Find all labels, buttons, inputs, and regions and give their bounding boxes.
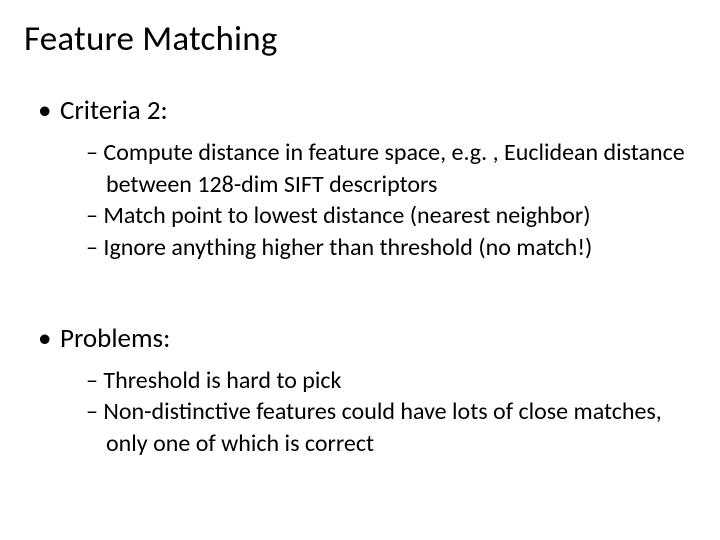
bullet-dash-icon: – xyxy=(86,397,98,426)
bullet-dot-icon: • xyxy=(38,322,60,355)
list-item: – Ignore anything higher than threshold … xyxy=(86,232,696,264)
list-item: – Threshold is hard to pick xyxy=(86,365,696,397)
slide-title: Feature Matching xyxy=(24,18,696,60)
list-item: – Non-distinctive features could have lo… xyxy=(86,396,696,459)
bullet-dash-icon: – xyxy=(86,233,98,262)
sub-list: – Threshold is hard to pick – Non-distin… xyxy=(86,365,696,460)
sub-list: – Compute distance in feature space, e.g… xyxy=(86,137,696,264)
section-heading-text: Problems: xyxy=(60,322,170,355)
bullet-dot-icon: • xyxy=(38,94,60,127)
list-item-text: Compute distance in feature space, e.g. … xyxy=(103,138,684,199)
list-item-text: Non-distinctive features could have lots… xyxy=(103,397,661,458)
bullet-dash-icon: – xyxy=(86,201,98,230)
list-item-text: Ignore anything higher than threshold (n… xyxy=(103,233,592,262)
bullet-dash-icon: – xyxy=(86,138,98,167)
section-heading-text: Criteria 2: xyxy=(60,94,168,127)
list-item: – Match point to lowest distance (neares… xyxy=(86,200,696,232)
section-heading: •Criteria 2: xyxy=(38,94,696,127)
list-item-text: Match point to lowest distance (nearest … xyxy=(103,201,590,230)
list-item-text: Threshold is hard to pick xyxy=(103,366,341,395)
list-item: – Compute distance in feature space, e.g… xyxy=(86,137,696,200)
section-heading: •Problems: xyxy=(38,322,696,355)
bullet-dash-icon: – xyxy=(86,366,98,395)
